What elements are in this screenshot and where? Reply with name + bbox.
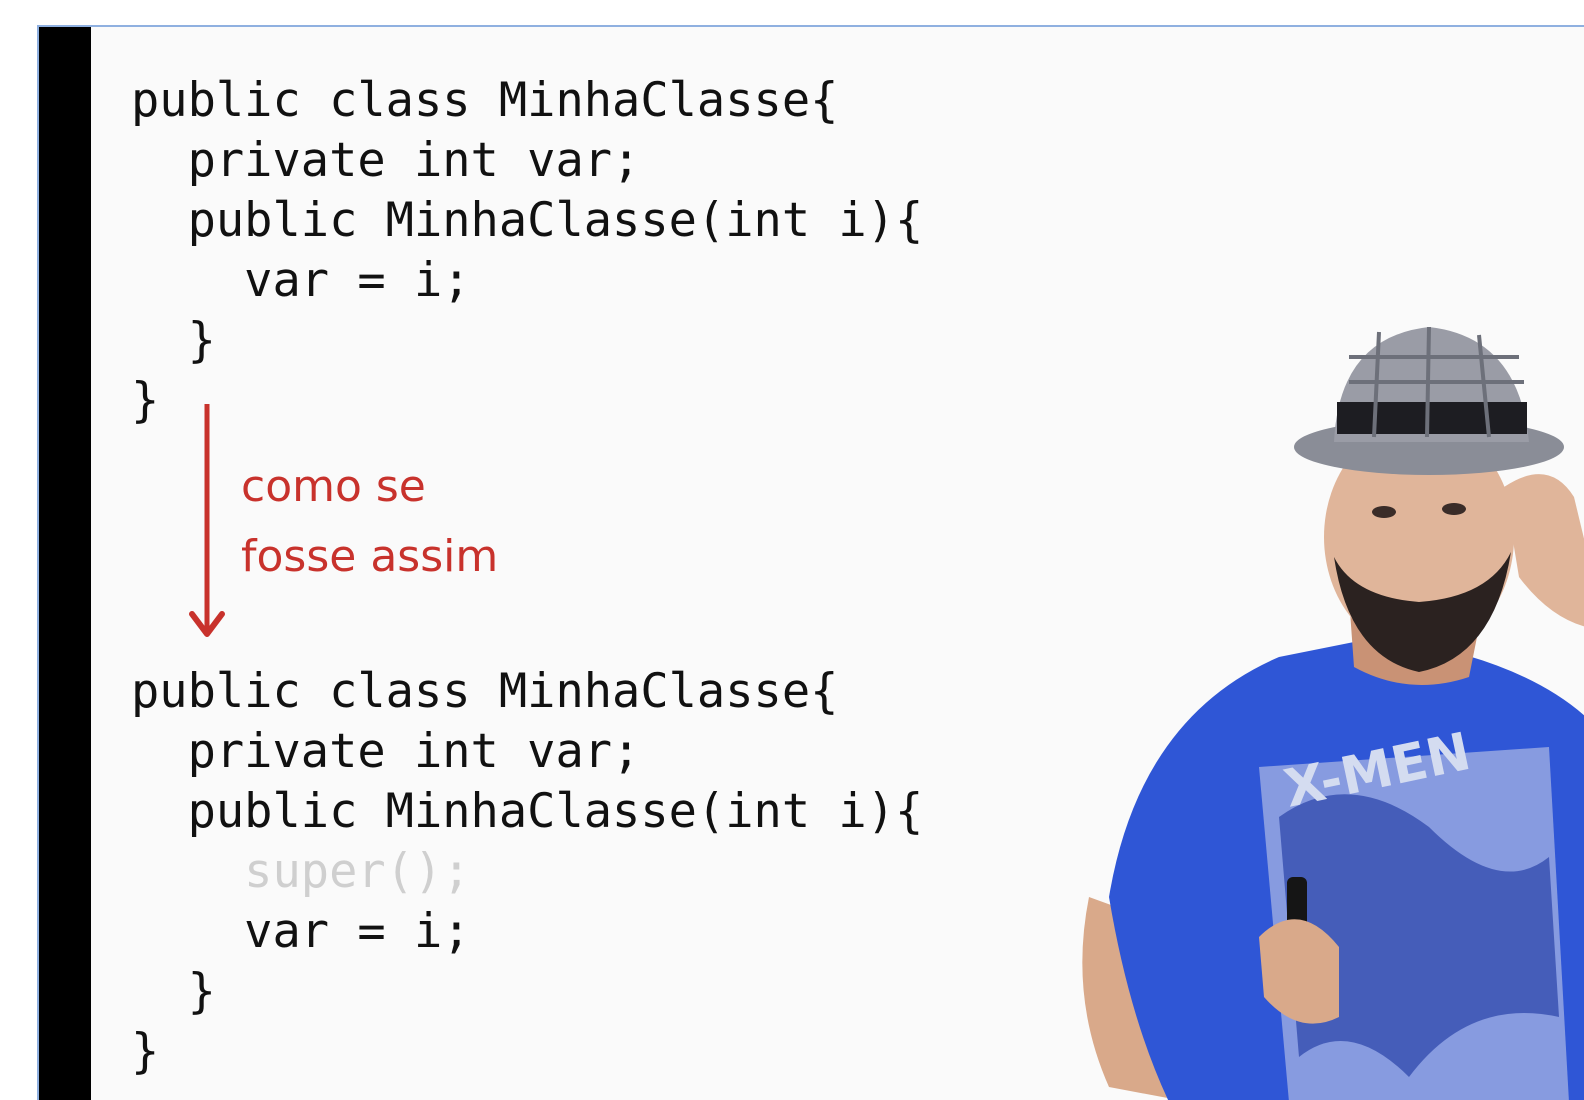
code-line: public class MinhaClasse{ (131, 73, 839, 128)
code-block-original: public class MinhaClasse{ private int va… (131, 71, 923, 431)
code-line: } (131, 1024, 160, 1079)
presenter-image: X-MEN (1082, 326, 1584, 1100)
code-line: public class MinhaClasse{ (131, 664, 839, 719)
code-line: private int var; (131, 133, 641, 188)
code-line: } (131, 373, 160, 428)
annotation-line-1: como se (241, 461, 426, 512)
annotation-line-2: fosse assim (241, 531, 499, 582)
code-line: var = i; (131, 904, 471, 959)
code-line: public MinhaClasse(int i){ (131, 193, 924, 248)
code-line: public MinhaClasse(int i){ (131, 784, 924, 839)
slide-frame: public class MinhaClasse{ private int va… (37, 25, 1584, 1100)
arrow-down-icon (189, 404, 225, 637)
code-line: } (131, 313, 216, 368)
code-block-equivalent: public class MinhaClasse{ private int va… (131, 662, 923, 1082)
code-line: } (131, 964, 216, 1019)
code-line: var = i; (131, 253, 471, 308)
code-line-implicit-super: super(); (131, 844, 471, 899)
left-black-bar (39, 27, 91, 1100)
annotation-text: como se fosse assim (241, 452, 498, 592)
code-line: private int var; (131, 724, 641, 779)
